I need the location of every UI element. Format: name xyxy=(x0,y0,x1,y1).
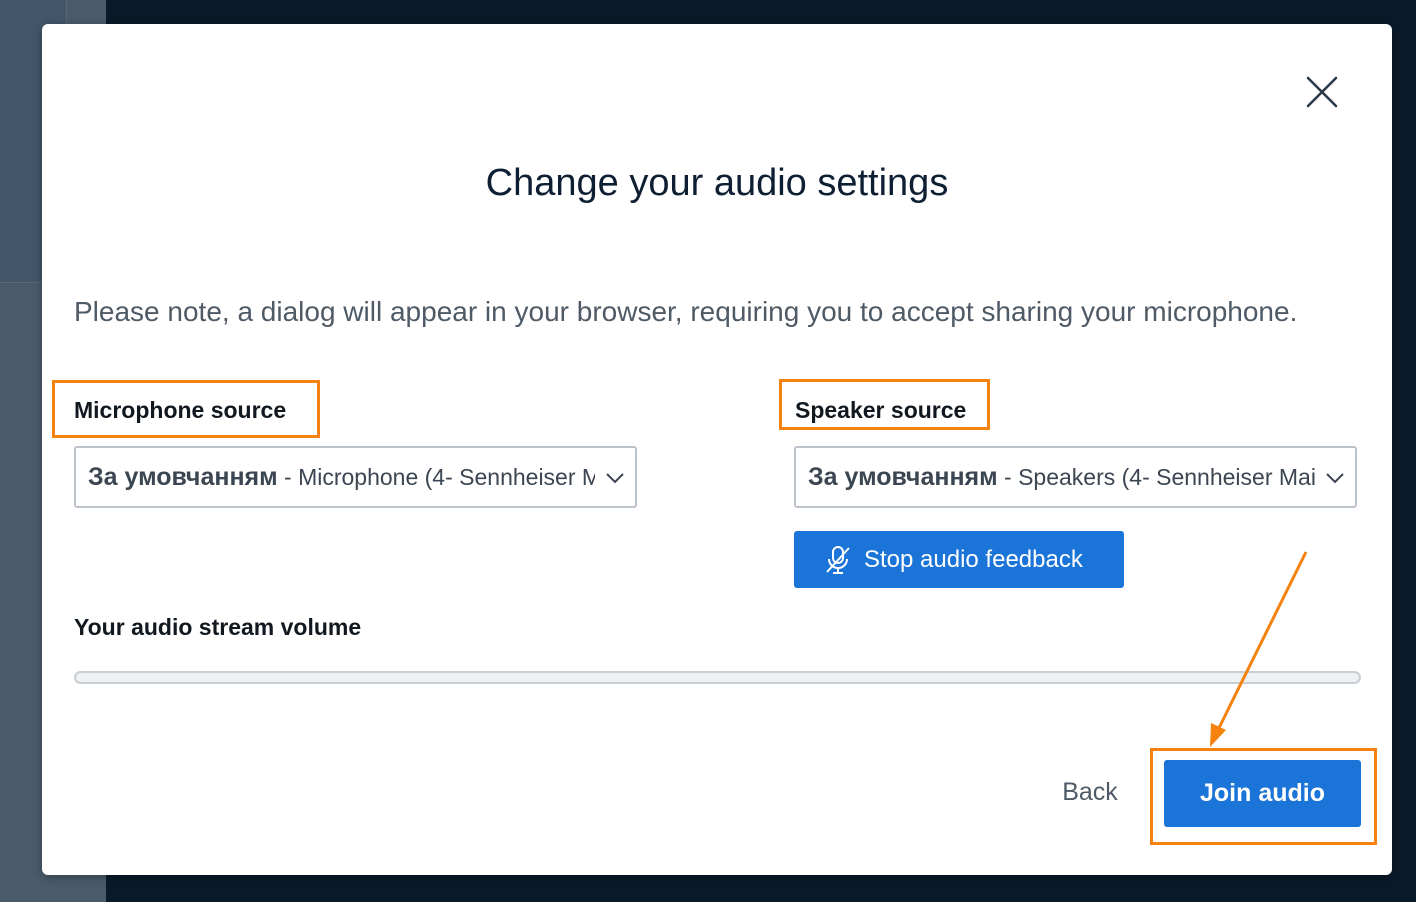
speaker-selected-value: За умовчанням - Speakers (4- Sennheiser … xyxy=(808,448,1315,506)
speaker-source-label: Speaker source xyxy=(795,397,967,423)
dialog-title: Change your audio settings xyxy=(485,162,949,204)
microphone-selected-value: За умовчанням - Microphone (4- Sennheise… xyxy=(88,448,595,506)
audio-volume-label: Your audio stream volume xyxy=(74,614,362,640)
audio-settings-dialog: Change your audio settings Please note, … xyxy=(42,24,1392,875)
stop-audio-feedback-label: Stop audio feedback xyxy=(864,546,1083,573)
microphone-selected-device: - Microphone (4- Sennheiser Main Audio) xyxy=(284,464,595,490)
close-icon xyxy=(1306,76,1338,108)
microphone-off-icon xyxy=(826,546,850,574)
join-audio-button[interactable]: Join audio xyxy=(1164,760,1361,827)
speaker-source-select[interactable]: За умовчанням - Speakers (4- Sennheiser … xyxy=(794,446,1357,508)
microphone-selected-default: За умовчанням xyxy=(88,463,278,491)
speaker-selected-device: - Speakers (4- Sennheiser Main Audio) xyxy=(1004,464,1315,490)
chevron-down-icon xyxy=(1326,473,1344,484)
audio-volume-meter xyxy=(74,671,1361,684)
stop-audio-feedback-button[interactable]: Stop audio feedback xyxy=(794,531,1124,588)
permission-note: Please note, a dialog will appear in you… xyxy=(74,296,1298,327)
speaker-selected-default: За умовчанням xyxy=(808,463,998,491)
close-button[interactable] xyxy=(1304,74,1340,110)
microphone-source-select[interactable]: За умовчанням - Microphone (4- Sennheise… xyxy=(74,446,637,508)
microphone-source-label: Microphone source xyxy=(74,397,287,423)
chevron-down-icon xyxy=(606,473,624,484)
back-button[interactable]: Back xyxy=(1050,772,1130,812)
